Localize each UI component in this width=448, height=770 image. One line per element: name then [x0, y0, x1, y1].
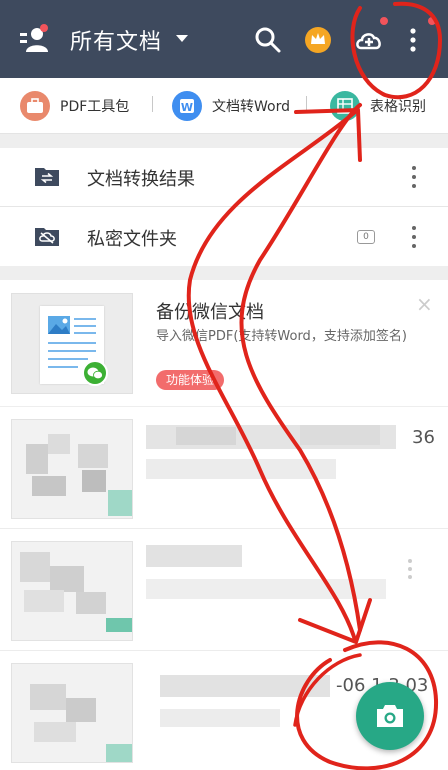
- tool-pdf-toolkit[interactable]: PDF工具包: [20, 88, 129, 124]
- document-thumbnail: [11, 541, 133, 641]
- close-icon[interactable]: ×: [416, 292, 433, 316]
- more-vertical-icon[interactable]: [408, 559, 412, 579]
- caret-down-icon[interactable]: [176, 35, 188, 42]
- notification-dot: [428, 17, 436, 25]
- more-vertical-icon[interactable]: [408, 226, 420, 248]
- folder-row-conversion-results[interactable]: 文档转换结果: [0, 148, 448, 206]
- document-thumbnail: [11, 663, 133, 763]
- folder-count-badge: 0: [357, 230, 375, 244]
- tools-bar: PDF工具包 W 文档转Word 表格识别: [0, 78, 448, 134]
- tool-label: 文档转Word: [212, 99, 290, 115]
- svg-text:W: W: [181, 101, 193, 114]
- table-icon: [330, 91, 360, 121]
- tool-doc-to-word[interactable]: W 文档转Word: [172, 88, 290, 124]
- folder-row-private[interactable]: 私密文件夹: [0, 208, 448, 266]
- page-title[interactable]: 所有文档: [70, 24, 162, 56]
- more-vertical-icon[interactable]: [403, 25, 423, 55]
- search-icon[interactable]: [253, 25, 283, 55]
- notification-dot: [380, 17, 388, 25]
- tool-label: 表格识别: [370, 99, 426, 115]
- document-row[interactable]: [0, 529, 448, 651]
- divider: [152, 96, 153, 112]
- crown-icon[interactable]: [303, 25, 333, 55]
- camera-fab-button[interactable]: [356, 682, 424, 750]
- promo-tag-button[interactable]: 功能体验: [156, 370, 225, 390]
- cloud-upload-icon[interactable]: [354, 25, 384, 55]
- more-vertical-icon[interactable]: [408, 166, 420, 188]
- wechat-icon: [82, 360, 108, 386]
- tool-label: PDF工具包: [60, 99, 130, 115]
- app-bar: 所有文档: [0, 0, 448, 78]
- promo-title: 备份微信文档: [156, 302, 264, 323]
- document-thumbnail: [11, 419, 133, 519]
- camera-icon: [377, 705, 403, 727]
- promo-subtitle: 导入微信PDF(支持转Word，支持添加签名): [156, 329, 407, 344]
- document-row[interactable]: 36: [0, 407, 448, 529]
- tool-table-recognition[interactable]: 表格识别: [330, 88, 426, 124]
- folder-label: 文档转换结果: [87, 169, 195, 190]
- document-meta: 36: [412, 427, 435, 448]
- divider: [306, 96, 307, 112]
- toolbox-icon: [20, 91, 50, 121]
- divider: [0, 206, 448, 207]
- promo-thumbnail: [11, 293, 133, 394]
- folder-label: 私密文件夹: [87, 229, 177, 250]
- convert-folder-icon: [35, 166, 59, 186]
- word-icon: W: [172, 91, 202, 121]
- cloud-folder-icon: [35, 226, 59, 246]
- folder-list: 文档转换结果 私密文件夹: [0, 148, 448, 266]
- promo-card[interactable]: 备份微信文档 导入微信PDF(支持转Word，支持添加签名) 功能体验 ×: [0, 280, 448, 406]
- user-menu-icon[interactable]: [20, 24, 52, 54]
